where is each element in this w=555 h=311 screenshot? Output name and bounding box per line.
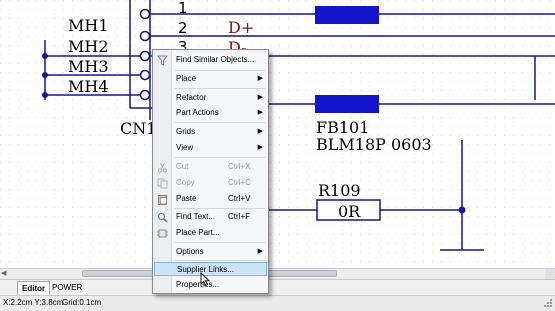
submenu-arrow-icon: ▶ — [257, 144, 263, 151]
menu-label: Find Text... — [176, 212, 215, 221]
menu-item-find-similar-objects[interactable]: Find Similar Objects... — [154, 53, 267, 67]
menu-item-view[interactable]: View ▶ — [154, 141, 267, 155]
menu-separator — [175, 242, 265, 243]
scroll-left-arrow-icon[interactable]: ◀ — [1, 269, 6, 277]
menu-shortcut: Ctrl+X — [228, 162, 251, 171]
menu-shortcut: Ctrl+F — [228, 212, 250, 221]
connector-ref: CN1 — [120, 119, 156, 138]
menu-item-refactor[interactable]: Refactor ▶ — [154, 91, 267, 105]
menu-label: Find Similar Objects... — [176, 55, 255, 64]
ferrite-body[interactable] — [315, 95, 379, 113]
menu-item-place-part[interactable]: Place Part... — [154, 226, 267, 240]
search-icon — [158, 213, 168, 223]
sheet-tab-bar: Editor POWER — [0, 279, 555, 295]
mh2-label: MH2 — [68, 37, 109, 56]
menu-label: Part Actions — [176, 108, 219, 117]
schematic-canvas[interactable]: 1 2 3 D+ D- MH1 MH2 MH3 MH4 CN1 FB101 BL… — [0, 0, 555, 268]
menu-label: Paste — [176, 194, 197, 203]
menu-label: Properties... — [176, 280, 220, 289]
submenu-arrow-icon: ▶ — [257, 75, 263, 82]
menu-item-find-text[interactable]: Find Text... Ctrl+F — [154, 210, 267, 224]
component-body-upper[interactable] — [315, 6, 379, 24]
menu-item-copy[interactable]: Copy Ctrl+C — [154, 176, 267, 190]
context-menu: Find Similar Objects... Place ▶ Refactor… — [152, 49, 269, 294]
menu-separator — [175, 88, 265, 89]
submenu-arrow-icon: ▶ — [257, 94, 263, 101]
submenu-arrow-icon: ▶ — [257, 128, 263, 135]
pin-number-2: 2 — [178, 19, 188, 37]
status-grid: Grid:0.1cm — [62, 298, 102, 307]
status-coordinates: X:2.2cm Y:3.8cm — [3, 298, 64, 307]
menu-item-paste[interactable]: Paste Ctrl+V — [154, 192, 267, 206]
menu-item-options[interactable]: Options ▶ — [154, 245, 267, 259]
submenu-arrow-icon: ▶ — [257, 109, 263, 116]
menu-label: Place Part... — [176, 228, 220, 237]
resistor-value: 0R — [338, 202, 361, 221]
menu-label: Cut — [176, 162, 189, 171]
pin-number-1: 1 — [178, 0, 188, 17]
ferrite-value: BLM18P 0603 — [316, 135, 432, 154]
menu-item-cut[interactable]: Cut Ctrl+X — [154, 160, 267, 174]
scissors-icon — [157, 162, 168, 173]
menu-separator — [175, 208, 265, 209]
part-icon — [157, 229, 168, 238]
tab-power[interactable]: POWER — [48, 281, 86, 294]
mh3-label: MH3 — [68, 57, 109, 76]
menu-label: Options — [176, 247, 204, 256]
status-bar: X:2.2cm Y:3.8cm Grid:0.1cm — [0, 295, 555, 311]
funnel-icon — [157, 55, 168, 66]
menu-separator — [175, 122, 265, 123]
menu-shortcut: Ctrl+C — [228, 178, 251, 187]
menu-item-place[interactable]: Place ▶ — [154, 72, 267, 86]
horizontal-scrollbar[interactable]: ◀ — [0, 268, 555, 279]
menu-item-supplier-links[interactable]: Supplier Links... — [154, 262, 267, 276]
menu-label: Place — [176, 74, 197, 83]
paste-icon — [158, 195, 167, 205]
menu-shortcut: Ctrl+V — [228, 194, 251, 203]
menu-item-part-actions[interactable]: Part Actions ▶ — [154, 106, 267, 120]
resize-grip-icon[interactable] — [543, 298, 553, 308]
mh4-label: MH4 — [68, 77, 109, 96]
menu-separator — [175, 260, 265, 261]
menu-separator — [175, 157, 265, 158]
menu-label: Grids — [176, 127, 196, 136]
menu-item-properties[interactable]: Properties... — [154, 278, 267, 292]
resistor-ref: R109 — [318, 181, 361, 200]
net-label-dplus: D+ — [228, 18, 254, 37]
tab-editor[interactable]: Editor — [17, 281, 51, 295]
mh1-label: MH1 — [68, 16, 109, 35]
submenu-arrow-icon: ▶ — [257, 248, 263, 255]
menu-label: Refactor — [176, 93, 207, 102]
menu-separator — [175, 70, 265, 71]
mouse-cursor-icon — [200, 272, 210, 286]
menu-item-grids[interactable]: Grids ▶ — [154, 125, 267, 139]
scroll-corner — [545, 269, 555, 279]
menu-label: View — [176, 143, 194, 152]
copy-icon — [157, 178, 168, 189]
menu-label: Copy — [176, 178, 195, 187]
